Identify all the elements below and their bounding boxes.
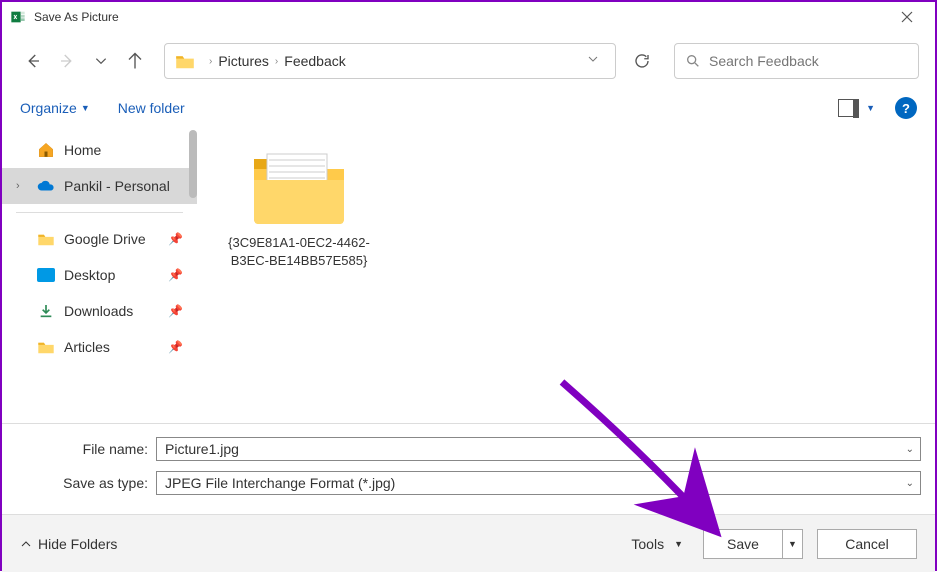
chevron-down-icon[interactable]: ⌄ [906, 478, 914, 489]
arrow-right-icon [58, 52, 76, 70]
caret-down-icon: ▼ [674, 539, 683, 549]
breadcrumb-feedback[interactable]: Feedback [284, 53, 345, 69]
nav-row: › Pictures › Feedback [2, 32, 935, 90]
sidebar: Home › Pankil - Personal Google Drive 📌 … [2, 126, 197, 423]
pin-icon: 📌 [168, 340, 183, 354]
chevron-up-icon [20, 538, 32, 550]
refresh-icon [633, 52, 651, 70]
footer: Hide Folders Tools ▼ Save ▼ Cancel [2, 514, 935, 572]
filename-label: File name: [16, 441, 156, 457]
sidebar-scrollbar[interactable] [189, 130, 197, 198]
caret-down-icon: ▼ [788, 539, 797, 549]
sidebar-label: Articles [64, 339, 110, 355]
excel-icon [10, 9, 26, 25]
folder-large-icon [249, 144, 349, 224]
hide-folders-button[interactable]: Hide Folders [20, 536, 117, 552]
filename-input[interactable]: Picture1.jpg ⌄ [156, 437, 921, 461]
recent-dropdown[interactable] [86, 46, 116, 76]
new-folder-label: New folder [118, 100, 185, 116]
new-folder-button[interactable]: New folder [118, 100, 185, 116]
back-button[interactable] [18, 46, 48, 76]
sidebar-label: Pankil - Personal [64, 178, 170, 194]
sidebar-label: Google Drive [64, 231, 146, 247]
arrow-up-icon [126, 52, 144, 70]
sidebar-label: Downloads [64, 303, 133, 319]
main-area: Home › Pankil - Personal Google Drive 📌 … [2, 126, 935, 423]
tools-label: Tools [631, 536, 664, 552]
filetype-value: JPEG File Interchange Format (*.jpg) [165, 475, 395, 491]
sidebar-label: Desktop [64, 267, 115, 283]
hide-folders-label: Hide Folders [38, 536, 117, 552]
sidebar-label: Home [64, 142, 101, 158]
save-button[interactable]: Save [703, 529, 783, 559]
form-area: File name: Picture1.jpg ⌄ Save as type: J… [2, 423, 935, 498]
folder-item[interactable]: {3C9E81A1-0EC2-4462-B3EC-BE14BB57E585} [219, 144, 379, 270]
view-button[interactable] [838, 99, 858, 117]
sidebar-item-home[interactable]: Home [2, 132, 197, 168]
sidebar-item-downloads[interactable]: Downloads 📌 [2, 293, 197, 329]
sidebar-item-articles[interactable]: Articles 📌 [2, 329, 197, 365]
close-button[interactable] [887, 3, 927, 31]
cancel-button[interactable]: Cancel [817, 529, 917, 559]
sidebar-separator [16, 212, 183, 213]
tools-menu[interactable]: Tools ▼ [631, 536, 683, 552]
search-box[interactable] [674, 43, 919, 79]
chevron-right-icon[interactable]: › [16, 180, 20, 192]
sidebar-item-onedrive[interactable]: › Pankil - Personal [2, 168, 197, 204]
sidebar-item-gdrive[interactable]: Google Drive 📌 [2, 221, 197, 257]
up-button[interactable] [120, 46, 150, 76]
titlebar: Save As Picture [2, 2, 935, 32]
pin-icon: 📌 [168, 232, 183, 246]
file-list[interactable]: {3C9E81A1-0EC2-4462-B3EC-BE14BB57E585} [197, 126, 935, 423]
folder-name: {3C9E81A1-0EC2-4462-B3EC-BE14BB57E585} [219, 234, 379, 270]
search-input[interactable] [709, 53, 908, 69]
search-icon [685, 53, 701, 69]
window-title: Save As Picture [34, 10, 887, 24]
forward-button[interactable] [52, 46, 82, 76]
home-icon [37, 141, 55, 159]
filetype-label: Save as type: [16, 475, 156, 491]
pin-icon: 📌 [168, 268, 183, 282]
pin-icon: 📌 [168, 304, 183, 318]
caret-down-icon: ▼ [81, 103, 90, 113]
address-bar[interactable]: › Pictures › Feedback [164, 43, 616, 79]
organize-label: Organize [20, 100, 77, 116]
download-icon [37, 303, 55, 319]
folder-icon [175, 53, 195, 69]
breadcrumb-separator: › [209, 56, 212, 67]
breadcrumb-separator: › [275, 56, 278, 67]
organize-menu[interactable]: Organize ▼ [20, 100, 90, 116]
folder-icon [37, 232, 55, 246]
desktop-icon [37, 268, 55, 282]
sidebar-item-desktop[interactable]: Desktop 📌 [2, 257, 197, 293]
save-dropdown[interactable]: ▼ [783, 529, 803, 559]
close-icon [901, 11, 913, 23]
chevron-down-icon [94, 54, 108, 68]
address-dropdown[interactable] [581, 52, 605, 70]
folder-icon [37, 340, 55, 354]
filename-value: Picture1.jpg [165, 441, 239, 457]
cloud-icon [37, 179, 55, 193]
refresh-button[interactable] [624, 43, 660, 79]
chevron-down-icon [587, 53, 599, 65]
help-button[interactable]: ? [895, 97, 917, 119]
breadcrumb-pictures[interactable]: Pictures [218, 53, 269, 69]
view-dropdown[interactable]: ▼ [866, 103, 875, 113]
filetype-select[interactable]: JPEG File Interchange Format (*.jpg) ⌄ [156, 471, 921, 495]
toolbar: Organize ▼ New folder ▼ ? [2, 90, 935, 126]
chevron-down-icon[interactable]: ⌄ [906, 444, 914, 455]
arrow-left-icon [24, 52, 42, 70]
